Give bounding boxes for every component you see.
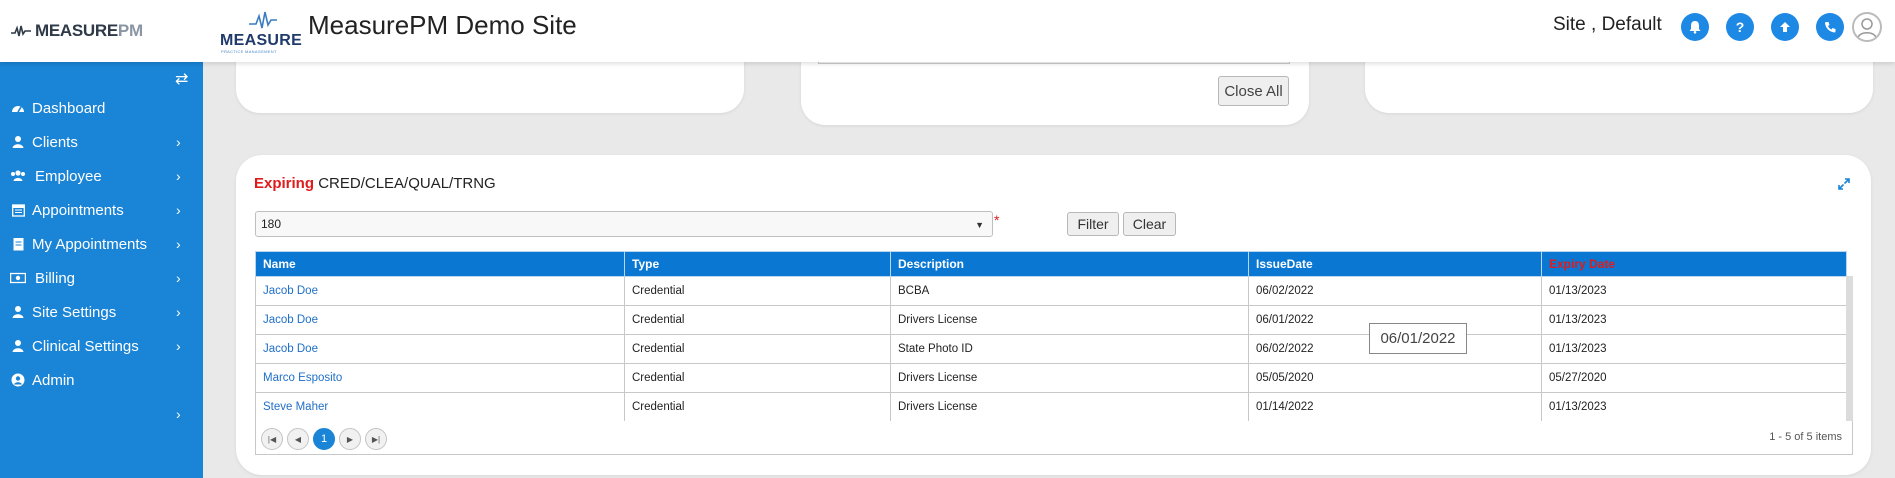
sidebar-item-billing[interactable]: Billing ›	[0, 260, 203, 296]
sidebar-item-site-settings[interactable]: Site Settings ›	[0, 294, 203, 330]
chevron-right-icon: ›	[176, 236, 181, 252]
user-icon	[10, 338, 26, 354]
sidebar: ⇄ Dashboard Clients › Employee › Appoint…	[0, 62, 203, 478]
clear-button[interactable]: Clear	[1123, 212, 1176, 236]
phone-icon[interactable]	[1816, 13, 1844, 41]
close-all-button[interactable]: Close All	[1218, 76, 1289, 106]
column-header-name[interactable]: Name	[255, 251, 625, 277]
table-row: Jacob Doe Credential State Photo ID 06/0…	[255, 334, 1847, 364]
sidebar-item-admin[interactable]: Admin	[0, 362, 203, 398]
cell-expiry-date: 01/13/2023	[1541, 276, 1847, 306]
cell-issue-date: 05/05/2020	[1248, 363, 1542, 393]
cell-expiry-date: 05/27/2020	[1541, 363, 1847, 393]
employee-link[interactable]: Jacob Doe	[263, 285, 318, 297]
first-page-icon[interactable]: |◀	[261, 428, 283, 450]
card-title: Expiring CRED/CLEA/QUAL/TRNG	[254, 175, 496, 192]
cell-expiry-date: 01/13/2023	[1541, 334, 1847, 364]
column-header-type[interactable]: Type	[624, 251, 891, 277]
cell-type: Credential	[624, 363, 891, 393]
required-mark: *	[994, 212, 1000, 228]
employee-link[interactable]: Marco Esposito	[263, 372, 342, 384]
prev-page-icon[interactable]: ◀	[287, 428, 309, 450]
chevron-right-icon: ›	[176, 202, 181, 218]
clipboard-icon	[10, 236, 26, 252]
employee-link[interactable]: Jacob Doe	[263, 343, 318, 355]
chevron-right-icon: ›	[176, 134, 181, 150]
user-avatar-icon[interactable]	[1852, 12, 1882, 42]
employee-link[interactable]: Jacob Doe	[263, 314, 318, 326]
sidebar-item-my-appointments[interactable]: My Appointments ›	[0, 226, 203, 262]
cell-tooltip: 06/01/2022	[1369, 323, 1467, 354]
money-icon	[10, 270, 26, 286]
brand-glyph-icon	[11, 25, 31, 37]
next-page-icon[interactable]: ▶	[339, 428, 361, 450]
user-icon	[10, 134, 26, 150]
cell-type: Credential	[624, 334, 891, 364]
table-row: Steve Maher Credential Drivers License 0…	[255, 392, 1847, 422]
filter-button[interactable]: Filter	[1067, 212, 1119, 236]
sidebar-item-cut-off[interactable]: ›	[0, 396, 203, 432]
cell-type: Credential	[624, 305, 891, 335]
cell-description: BCBA	[890, 276, 1249, 306]
logo-mark-icon	[249, 11, 277, 29]
sidebar-toggle-icon[interactable]: ⇄	[175, 69, 188, 89]
cell-type: Credential	[624, 276, 891, 306]
upload-icon[interactable]	[1771, 13, 1799, 41]
pager-info: 1 - 5 of 5 items	[1769, 431, 1842, 443]
days-select[interactable]: 180 ▼	[255, 211, 993, 237]
chevron-right-icon: ›	[176, 406, 181, 422]
table-row: Jacob Doe Credential Drivers License 06/…	[255, 305, 1847, 335]
user-icon	[10, 304, 26, 320]
logo-text: MEASURE	[220, 32, 303, 49]
cell-expiry-date: 01/13/2023	[1541, 392, 1847, 422]
table-row: Jacob Doe Credential BCBA 06/02/2022 01/…	[255, 276, 1847, 306]
grid-pager: |◀ ◀ 1 ▶ ▶| 1 - 5 of 5 items	[255, 421, 1853, 455]
sidebar-item-employee[interactable]: Employee ›	[0, 158, 203, 194]
table-row: Marco Esposito Credential Drivers Licens…	[255, 363, 1847, 393]
site-selector[interactable]: Site , Default	[1553, 14, 1662, 36]
bell-icon[interactable]	[1681, 13, 1709, 41]
sidebar-item-clinical-settings[interactable]: Clinical Settings ›	[0, 328, 203, 364]
expand-icon[interactable]	[1837, 177, 1851, 191]
dashboard-icon	[10, 100, 26, 116]
cell-issue-date: 01/14/2022	[1248, 392, 1542, 422]
sidebar-item-dashboard[interactable]: Dashboard	[0, 90, 203, 126]
users-icon	[10, 168, 26, 184]
calendar-icon	[10, 202, 26, 218]
column-header-issue-date[interactable]: IssueDate	[1248, 251, 1542, 277]
user-circle-icon	[10, 372, 26, 388]
site-logo: MEASURE PRACTICE MANAGEMENT	[219, 10, 303, 54]
cell-description: Drivers License	[890, 305, 1249, 335]
brand-wordmark: MEASUREPM	[35, 21, 143, 40]
grid-scrollbar[interactable]	[1846, 276, 1853, 422]
sidebar-item-clients[interactable]: Clients ›	[0, 124, 203, 160]
top-header: MEASUREPM MEASURE PRACTICE MANAGEMENT Me…	[0, 0, 1895, 62]
sidebar-item-appointments[interactable]: Appointments ›	[0, 192, 203, 228]
dropdown-caret-icon: ▼	[975, 220, 984, 230]
help-icon[interactable]: ?	[1726, 13, 1754, 41]
brand-logo[interactable]: MEASUREPM	[10, 20, 155, 42]
cell-type: Credential	[624, 392, 891, 422]
employee-link[interactable]: Steve Maher	[263, 401, 328, 413]
chevron-right-icon: ›	[176, 168, 181, 184]
chevron-right-icon: ›	[176, 338, 181, 354]
page-button[interactable]: 1	[313, 428, 335, 450]
cell-description: Drivers License	[890, 363, 1249, 393]
column-header-description[interactable]: Description	[890, 251, 1249, 277]
cell-description: Drivers License	[890, 392, 1249, 422]
column-header-expiry-date[interactable]: Expiry Date	[1541, 251, 1847, 277]
cell-issue-date: 06/02/2022	[1248, 276, 1542, 306]
page-title: MeasurePM Demo Site	[308, 10, 577, 40]
cell-expiry-date: 01/13/2023	[1541, 305, 1847, 335]
last-page-icon[interactable]: ▶|	[365, 428, 387, 450]
logo-subtitle: PRACTICE MANAGEMENT	[221, 49, 277, 54]
chevron-right-icon: ›	[176, 304, 181, 320]
chevron-right-icon: ›	[176, 270, 181, 286]
cell-description: State Photo ID	[890, 334, 1249, 364]
expiring-grid: Name Type Description IssueDate Expiry D…	[255, 251, 1847, 422]
